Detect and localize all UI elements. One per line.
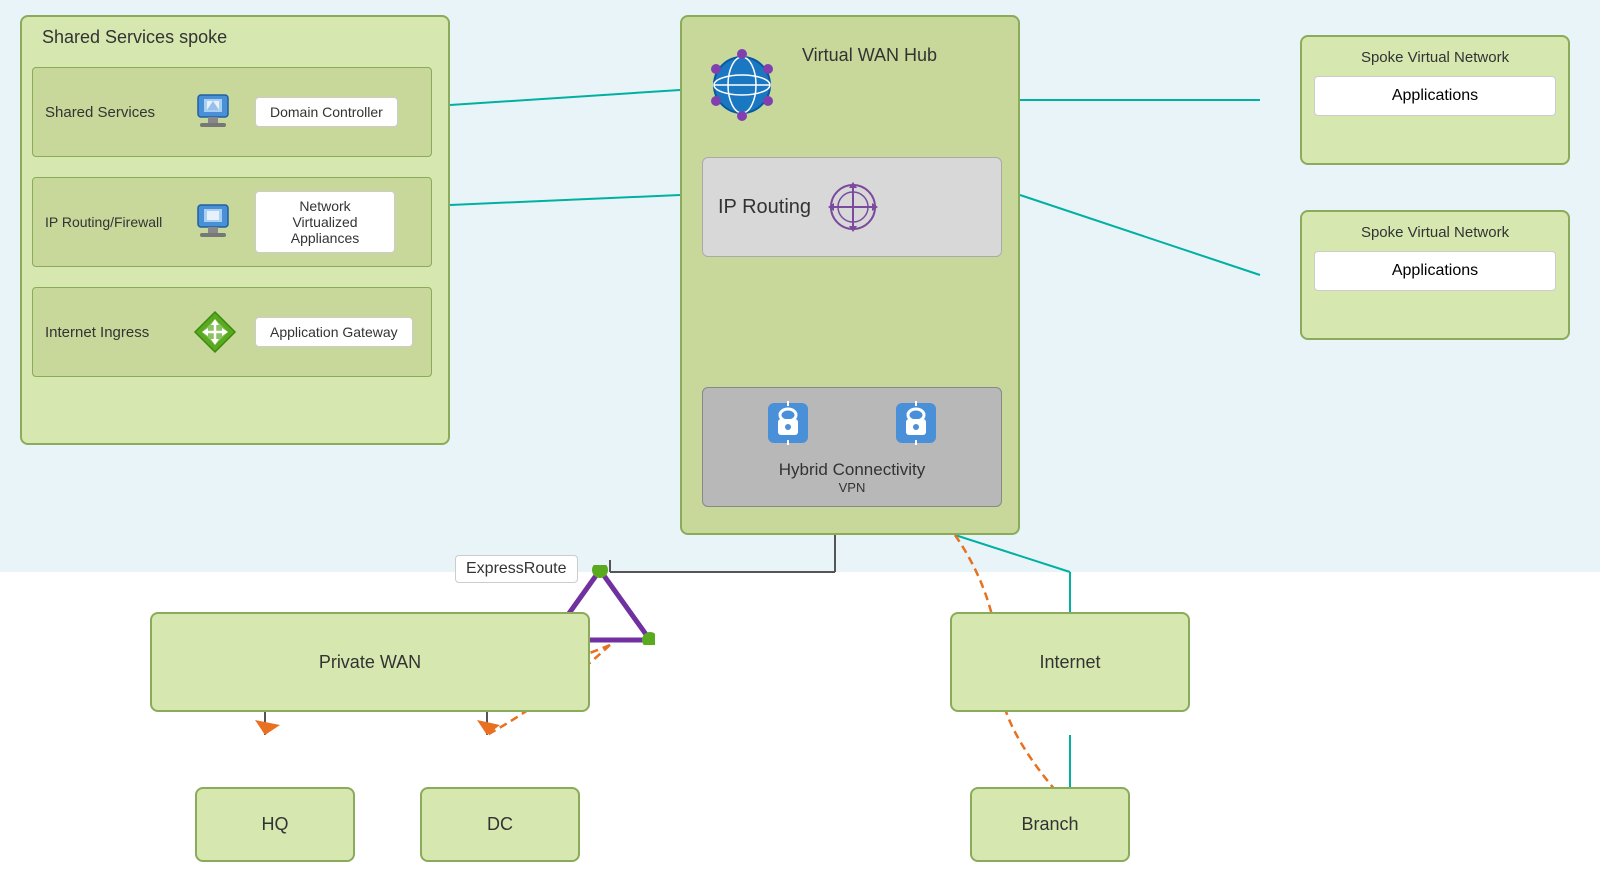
globe-icon xyxy=(702,45,782,125)
app-gateway-icon xyxy=(190,307,240,357)
spoke-vnet-1-app: Applications xyxy=(1314,76,1556,116)
shared-services-spoke-label: Shared Services spoke xyxy=(42,27,227,48)
hybrid-icons-row xyxy=(764,399,940,452)
shared-services-row-1: Shared Services Domain Controller xyxy=(32,67,432,157)
dc-box: DC xyxy=(420,787,580,862)
row2-label: IP Routing/Firewall xyxy=(45,214,185,231)
internet-box: Internet xyxy=(950,612,1190,712)
branch-box: Branch xyxy=(970,787,1130,862)
hybrid-connectivity-label: Hybrid Connectivity xyxy=(779,460,925,480)
row2-icon xyxy=(185,192,245,252)
server-icon-2 xyxy=(190,197,240,247)
network-appliances-label: Network Virtualized Appliances xyxy=(255,191,395,253)
domain-controller-label: Domain Controller xyxy=(255,97,398,127)
spoke-vnet-1: Spoke Virtual Network Applications xyxy=(1300,35,1570,165)
wan-hub-label: Virtual WAN Hub xyxy=(802,45,937,66)
spoke-vnet-2-title: Spoke Virtual Network xyxy=(1314,224,1556,241)
row1-icon xyxy=(185,82,245,142)
move-lock-icon-left xyxy=(764,399,812,447)
row3-icon xyxy=(185,302,245,362)
ip-routing-label: IP Routing xyxy=(718,196,811,219)
spoke-vnet-2: Spoke Virtual Network Applications xyxy=(1300,210,1570,340)
shared-services-row-3: Internet Ingress Application Gateway xyxy=(32,287,432,377)
move-lock-icon-right xyxy=(892,399,940,447)
hybrid-right-icon xyxy=(892,399,940,452)
ip-routing-box: IP Routing xyxy=(702,157,1002,257)
server-icon xyxy=(190,87,240,137)
private-wan-box: Private WAN xyxy=(150,612,590,712)
hq-box: HQ xyxy=(195,787,355,862)
ip-routing-icon xyxy=(826,180,881,235)
wan-hub-globe-icon xyxy=(706,49,778,121)
spoke-vnet-2-app: Applications xyxy=(1314,251,1556,291)
vpn-label: VPN xyxy=(839,480,866,495)
spoke-vnet-1-title: Spoke Virtual Network xyxy=(1314,49,1556,66)
wan-hub-area: Virtual WAN Hub IP Routing xyxy=(680,15,1020,535)
hybrid-left-icon xyxy=(764,399,812,452)
shared-services-row-2: IP Routing/Firewall Network Virtualized … xyxy=(32,177,432,267)
hybrid-connectivity-box: Hybrid Connectivity VPN xyxy=(702,387,1002,507)
row3-label: Internet Ingress xyxy=(45,324,185,341)
application-gateway-label: Application Gateway xyxy=(255,317,413,347)
row1-label: Shared Services xyxy=(45,104,185,121)
shared-services-spoke: Shared Services spoke Shared Services xyxy=(20,15,450,445)
main-canvas: Shared Services spoke Shared Services xyxy=(0,0,1600,882)
